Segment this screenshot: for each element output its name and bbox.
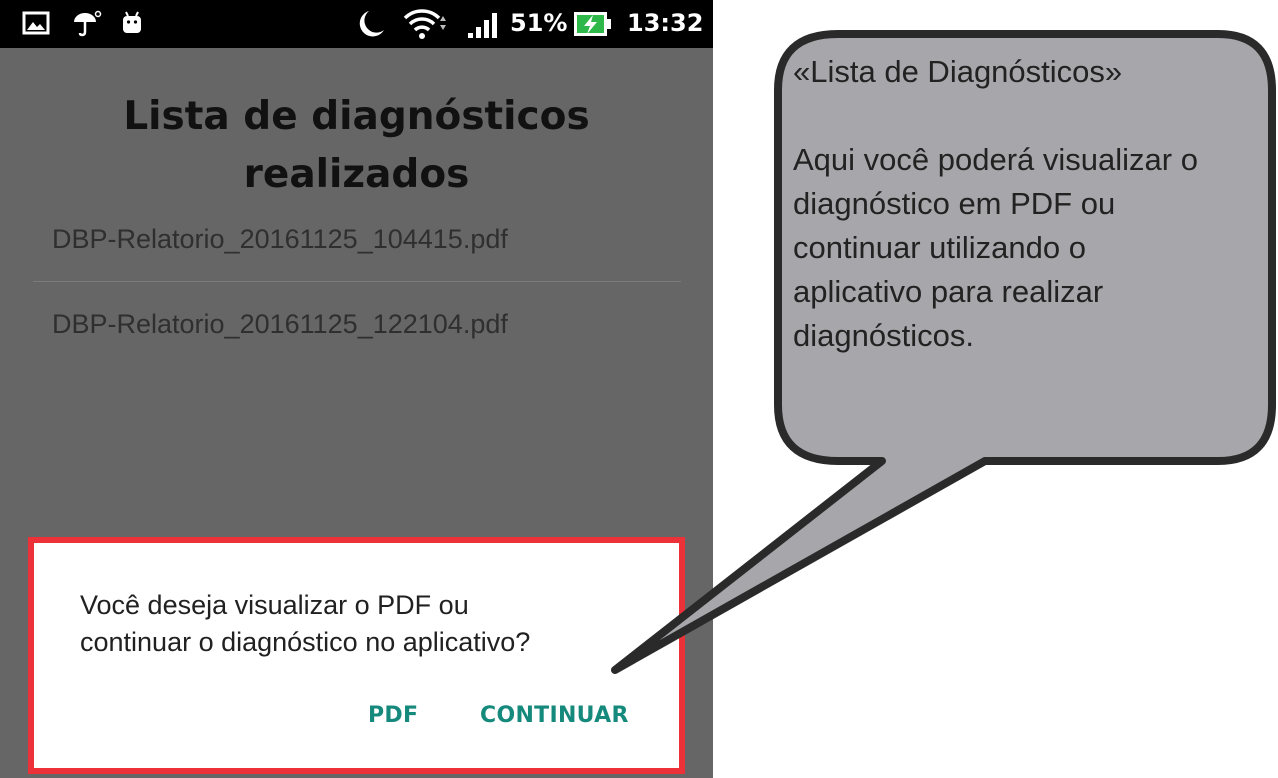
callout-line-2: diagnóstico em PDF ou	[793, 186, 1116, 221]
callout-text: «Lista de Diagnósticos» Aqui você poderá…	[793, 50, 1278, 358]
callout-line-5: diagnósticos.	[793, 318, 974, 353]
callout-line-4: aplicativo para realizar	[793, 274, 1104, 309]
callout-line-1: Aqui você poderá visualizar o	[793, 142, 1198, 177]
callout-line-3: continuar utilizando o	[793, 230, 1086, 265]
callout-heading: «Lista de Diagnósticos»	[793, 54, 1123, 89]
callout-body: Aqui você poderá visualizar o diagnóstic…	[793, 138, 1278, 358]
